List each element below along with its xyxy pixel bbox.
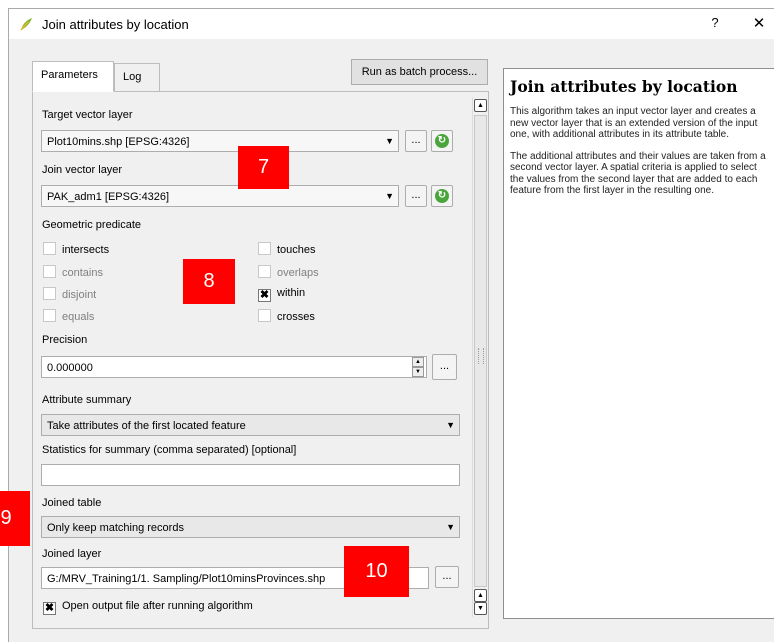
summary-select[interactable]: Take attributes of the first located fea… (41, 414, 460, 436)
statistics-input[interactable] (41, 464, 460, 486)
target-layer-select[interactable]: Plot10mins.shp [EPSG:4326] ▼ (41, 130, 399, 152)
target-layer-label: Target vector layer (42, 109, 133, 121)
scroll-up-icon[interactable]: ▲ (474, 589, 487, 602)
annotation-badge-9: 9 (0, 491, 30, 546)
predicate-overlaps-checkbox[interactable]: overlaps (258, 265, 319, 279)
checkbox-label: contains (62, 267, 103, 279)
run-batch-button[interactable]: Run as batch process... (351, 59, 488, 85)
chevron-down-icon: ▼ (446, 522, 455, 532)
checkbox-box (43, 265, 56, 278)
predicate-within-checkbox[interactable]: ✖ within (258, 287, 305, 302)
target-refresh-button[interactable]: ↻ (431, 130, 453, 152)
checkbox-box (258, 242, 271, 255)
scroll-down-icon[interactable]: ▼ (474, 602, 487, 615)
joined-table-label: Joined table (42, 497, 102, 509)
statistics-label: Statistics for summary (comma separated)… (42, 444, 297, 456)
open-output-checkbox[interactable]: ✖ Open output file after running algorith… (43, 600, 253, 615)
checkbox-box (258, 265, 271, 278)
target-browse-button[interactable]: ... (405, 130, 427, 152)
joined-table-value: Only keep matching records (47, 522, 184, 534)
scrollbar-thumb[interactable] (474, 115, 487, 587)
chevron-down-icon: ▼ (385, 136, 394, 146)
help-button[interactable]: ? (705, 15, 725, 33)
precision-label: Precision (42, 334, 88, 346)
chevron-down-icon: ▼ (446, 420, 455, 430)
checkbox-label: intersects (62, 244, 110, 256)
checkbox-label: within (277, 287, 306, 299)
help-title: Join attributes by location (510, 77, 738, 96)
join-browse-button[interactable]: ... (405, 185, 427, 207)
predicate-disjoint-checkbox[interactable]: disjoint (43, 287, 96, 301)
checkbox-label: crosses (277, 311, 315, 323)
precision-spinner[interactable]: ▲ ▼ (412, 357, 424, 377)
checkbox-box (258, 309, 271, 322)
title-bar: Join attributes by location ? ✕ (9, 9, 774, 39)
predicate-intersects-checkbox[interactable]: intersects (43, 242, 109, 256)
help-paragraph: The additional attributes and their valu… (510, 150, 766, 197)
summary-label: Attribute summary (42, 394, 132, 406)
checkbox-box (43, 309, 56, 322)
help-paragraph: This algorithm takes an input vector lay… (510, 106, 758, 140)
joined-layer-browse-button[interactable]: ... (435, 566, 459, 588)
refresh-icon: ↻ (435, 189, 449, 203)
join-refresh-button[interactable]: ↻ (431, 185, 453, 207)
checkbox-label: touches (277, 244, 316, 256)
checked-x-icon: ✖ (258, 289, 271, 302)
spin-down-icon[interactable]: ▼ (412, 367, 424, 377)
checkbox-label: equals (62, 311, 95, 323)
predicate-label: Geometric predicate (42, 219, 142, 231)
vertical-scrollbar[interactable]: ▲ ▲ ▼ (472, 97, 487, 617)
checkbox-box (43, 242, 56, 255)
join-layer-value: PAK_adm1 [EPSG:4326] (47, 191, 170, 203)
tab-log[interactable]: Log (114, 63, 160, 92)
join-layer-label: Join vector layer (42, 164, 123, 176)
scroll-up-icon[interactable]: ▲ (474, 99, 487, 112)
annotation-badge-7: 7 (238, 146, 289, 189)
annotation-badge-10: 10 (344, 546, 409, 597)
joined-table-select[interactable]: Only keep matching records ▼ (41, 516, 460, 538)
qgis-leaf-icon (20, 18, 32, 31)
predicate-crosses-checkbox[interactable]: crosses (258, 309, 315, 323)
spin-up-icon[interactable]: ▲ (412, 357, 424, 367)
precision-input[interactable]: 0.000000 (41, 356, 427, 378)
chevron-down-icon: ▼ (385, 191, 394, 201)
window-title: Join attributes by location (42, 17, 189, 32)
predicate-contains-checkbox[interactable]: contains (43, 265, 103, 279)
refresh-icon: ↻ (435, 134, 449, 148)
precision-browse-button[interactable]: ... (432, 354, 457, 380)
close-button[interactable]: ✕ (749, 14, 769, 34)
joined-layer-label: Joined layer (42, 548, 102, 560)
checkbox-label: Open output file after running algorithm (62, 600, 253, 612)
target-layer-value: Plot10mins.shp [EPSG:4326] (47, 136, 190, 148)
predicate-equals-checkbox[interactable]: equals (43, 309, 94, 323)
predicate-touches-checkbox[interactable]: touches (258, 242, 316, 256)
grip-icon (478, 348, 484, 364)
annotation-badge-8: 8 (183, 259, 235, 304)
checkbox-label: overlaps (277, 267, 319, 279)
tab-parameters[interactable]: Parameters (32, 61, 114, 92)
checked-x-icon: ✖ (43, 602, 56, 615)
help-panel: Join attributes by location This algorit… (503, 68, 774, 619)
checkbox-box (43, 287, 56, 300)
summary-value: Take attributes of the first located fea… (47, 420, 246, 432)
join-layer-select[interactable]: PAK_adm1 [EPSG:4326] ▼ (41, 185, 399, 207)
checkbox-label: disjoint (62, 289, 97, 301)
